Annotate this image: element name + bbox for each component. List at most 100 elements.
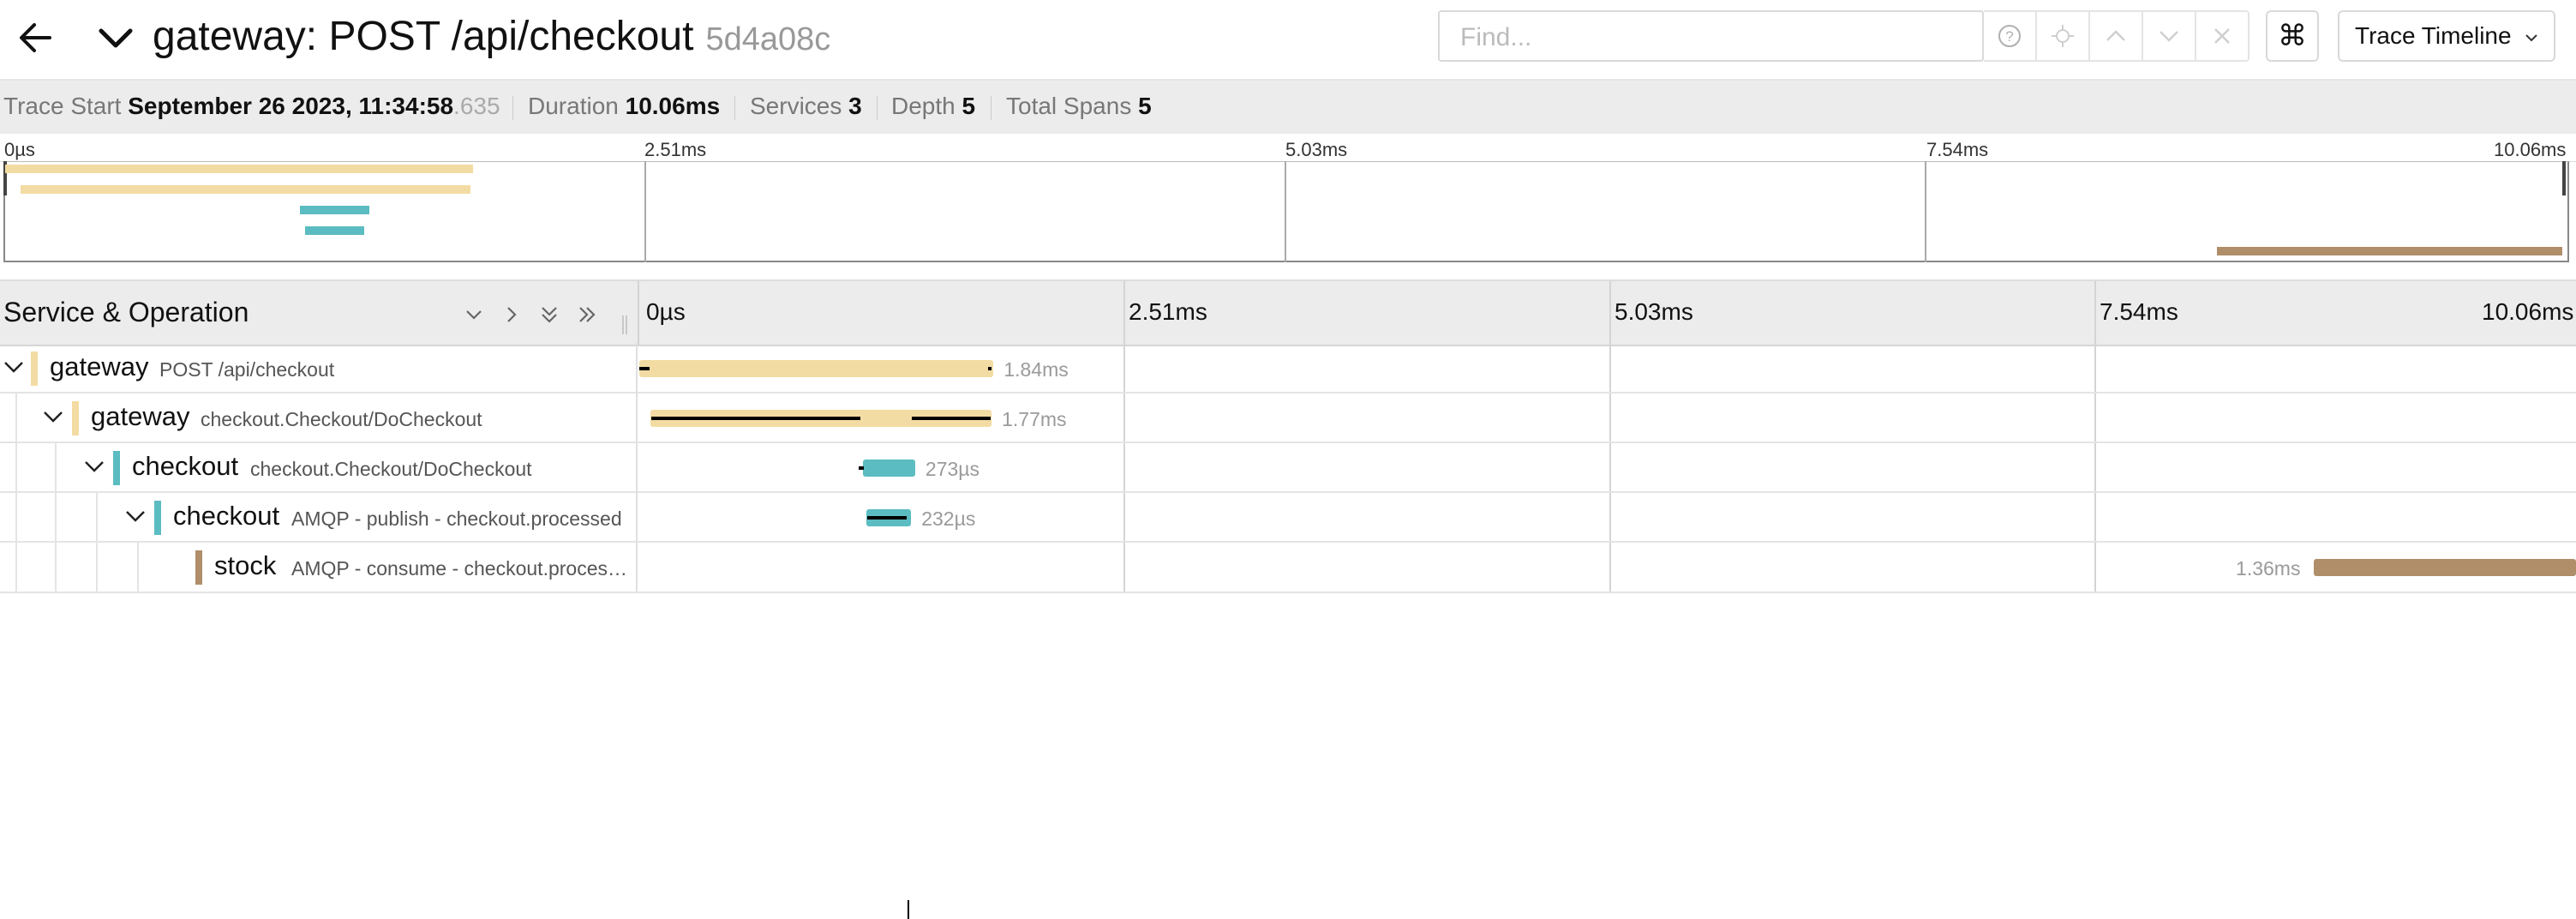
help-button[interactable]: ?	[1984, 10, 2037, 62]
chevron-down-icon[interactable]	[2, 358, 26, 377]
span-log-marker	[859, 466, 864, 470]
chevron-up-icon	[2106, 30, 2125, 41]
view-selector-label: Trace Timeline	[2355, 22, 2512, 49]
service-name: checkout	[132, 451, 239, 481]
find-input[interactable]	[1459, 19, 1942, 57]
expand-all-icon[interactable]	[574, 302, 600, 327]
total-spans-label: Total Spans	[1006, 93, 1132, 119]
chevron-down-icon[interactable]	[82, 458, 106, 477]
span-name-cell[interactable]: gateway POST /api/checkout	[0, 343, 638, 393]
service-name: gateway	[91, 401, 190, 431]
trace-header: gateway: POST /api/checkout 5d4a08c ? ⌘	[0, 0, 2576, 81]
service-color-swatch	[154, 501, 161, 535]
span-log-marker	[651, 417, 860, 420]
clear-search-button[interactable]	[2196, 10, 2250, 62]
span-duration: 1.36ms	[2236, 557, 2301, 580]
span-name-cell[interactable]: checkout AMQP - publish - checkout.proce…	[0, 492, 638, 542]
chevron-down-icon[interactable]	[41, 408, 65, 427]
minimap-tick: 5.03ms	[1285, 139, 1348, 160]
chevron-down-icon	[99, 28, 133, 48]
minimap-canvas[interactable]	[3, 161, 2569, 262]
next-match-button[interactable]	[2143, 10, 2196, 62]
span-name-cell[interactable]: checkout checkout.Checkout/DoCheckout	[0, 442, 638, 492]
span-bar[interactable]	[639, 360, 994, 377]
collapse-trace-button[interactable]	[94, 14, 137, 62]
minimap-gridline	[644, 161, 646, 262]
chevron-down-icon	[2160, 31, 2178, 42]
column-divider	[638, 281, 639, 345]
span-duration: 232µs	[921, 508, 976, 530]
tree-guide	[15, 492, 17, 542]
trace-duration: Duration 10.06ms	[528, 93, 720, 120]
duration-value: 10.06ms	[625, 93, 721, 119]
keyboard-shortcuts-button[interactable]: ⌘	[2266, 10, 2319, 62]
column-resizer[interactable]	[620, 315, 629, 334]
stats-divider	[877, 96, 878, 120]
tree-guide	[137, 542, 139, 592]
trace-depth: Depth 5	[891, 93, 975, 120]
span-log-marker	[908, 900, 909, 919]
minimap-right-handle[interactable]	[2562, 161, 2566, 195]
locate-icon	[2052, 25, 2074, 47]
services-label: Services	[750, 93, 842, 119]
trace-minimap[interactable]: 0µs 2.51ms 5.03ms 7.54ms 10.06ms	[0, 134, 2576, 264]
command-icon: ⌘	[2278, 20, 2307, 52]
depth-label: Depth	[891, 93, 956, 119]
span-name-cell[interactable]: stock AMQP - consume - checkout.processe…	[0, 542, 638, 592]
locate-button[interactable]	[2037, 10, 2090, 62]
collapse-all-icon[interactable]	[536, 302, 562, 327]
prev-match-button[interactable]	[2090, 10, 2143, 62]
collapse-one-icon[interactable]	[461, 302, 487, 327]
operation-name: checkout.Checkout/DoCheckout	[250, 458, 532, 480]
minimap-tick: 2.51ms	[644, 139, 707, 160]
expand-one-icon[interactable]	[499, 302, 524, 327]
service-color-swatch	[113, 451, 120, 485]
help-icon: ?	[1998, 25, 2021, 47]
tree-guide	[15, 393, 17, 442]
span-row[interactable]: checkout checkout.Checkout/DoCheckout 27…	[0, 442, 2576, 919]
span-duration: 1.77ms	[1002, 408, 1067, 430]
span-log-marker	[988, 367, 991, 370]
depth-value: 5	[962, 93, 976, 119]
service-name: stock	[214, 550, 277, 580]
trace-id: 5d4a08c	[705, 21, 831, 57]
trace-start-label: Trace Start	[3, 93, 122, 119]
services-value: 3	[848, 93, 862, 119]
span-row[interactable]: gateway POST /api/checkout 1.84ms	[0, 343, 2576, 393]
timeline-header: Service & Operation 0µs 2.51ms 5.03ms 7.…	[0, 279, 2576, 346]
timeline-tick: 2.51ms	[1129, 298, 1207, 325]
service-color-swatch	[195, 550, 202, 585]
minimap-tick: 10.06ms	[2494, 139, 2567, 160]
span-name-cell[interactable]: gateway checkout.Checkout/DoCheckout	[0, 393, 638, 442]
minimap-tick: 0µs	[4, 139, 35, 160]
span-row[interactable]: stock AMQP - consume - checkout.processe…	[0, 542, 2576, 592]
back-button[interactable]	[15, 12, 57, 63]
span-bar[interactable]	[862, 460, 915, 477]
minimap-span-bar	[2216, 247, 2562, 255]
operation-name: AMQP - consume - checkout.processed	[291, 557, 631, 580]
span-log-marker	[912, 417, 991, 420]
minimap-span-bar	[305, 226, 364, 235]
span-row[interactable]: gateway checkout.Checkout/DoCheckout 1.7…	[0, 393, 2576, 442]
operation-name: POST /api/checkout	[159, 358, 335, 381]
span-bar[interactable]	[2314, 559, 2576, 576]
minimap-ruler: 0µs 2.51ms 5.03ms 7.54ms 10.06ms	[0, 134, 2576, 162]
arrow-left-icon	[20, 23, 51, 52]
total-spans-value: 5	[1138, 93, 1152, 119]
span-duration: 1.84ms	[1003, 358, 1069, 381]
service-operation-header: Service & Operation	[3, 297, 249, 327]
chevron-down-icon[interactable]	[123, 508, 147, 526]
tree-guide	[96, 542, 98, 592]
service-color-swatch	[72, 401, 79, 435]
service-name: gateway	[50, 351, 149, 381]
span-row[interactable]: checkout AMQP - publish - checkout.proce…	[0, 492, 2576, 542]
service-name: checkout	[173, 501, 280, 531]
service-color-swatch	[31, 351, 38, 386]
timeline-tick: 0µs	[646, 298, 686, 325]
view-selector[interactable]: Trace Timeline	[2338, 10, 2555, 62]
trace-services: Services 3	[750, 93, 862, 120]
span-log-marker	[639, 367, 650, 370]
tree-guide	[15, 542, 17, 592]
close-icon	[2214, 28, 2230, 44]
minimap-tick: 7.54ms	[1926, 139, 1989, 160]
